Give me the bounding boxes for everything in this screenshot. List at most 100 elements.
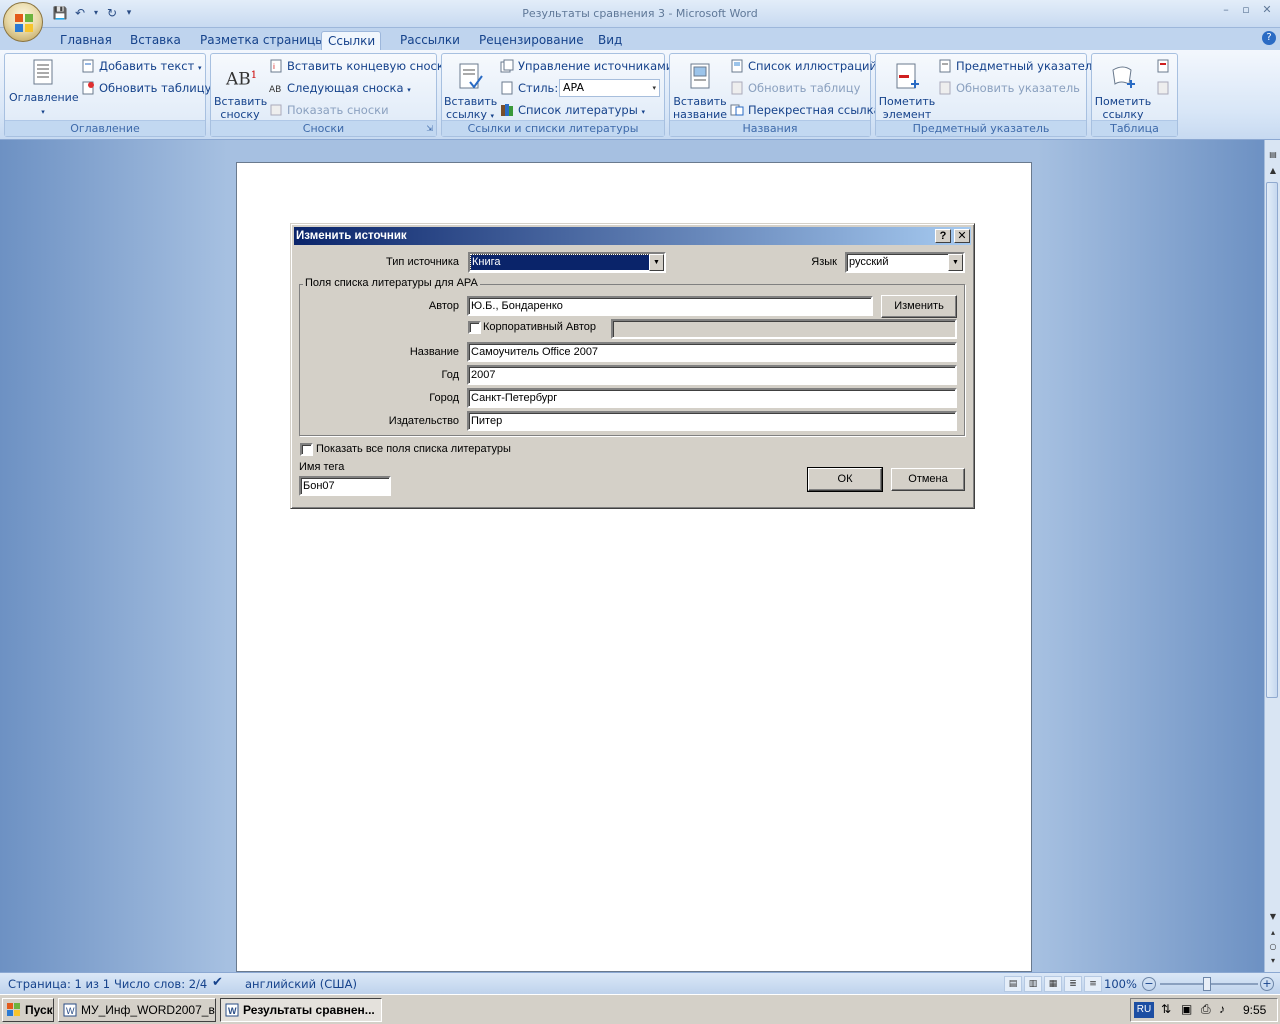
zoom-slider-thumb[interactable] xyxy=(1203,977,1211,991)
tab-page-layout[interactable]: Разметка страницы xyxy=(194,31,331,50)
toc-button[interactable]: Оглавление ▾ xyxy=(9,58,79,119)
undo-icon[interactable]: ↶ xyxy=(72,5,88,21)
outline-view-icon[interactable]: ≣ xyxy=(1064,976,1082,992)
svg-text:AB: AB xyxy=(269,85,281,95)
cancel-button[interactable]: Отмена xyxy=(891,468,965,491)
update-toc-button[interactable]: Обновить таблицу xyxy=(81,79,211,97)
language-select[interactable]: русский ▼ xyxy=(845,252,965,273)
cross-reference-button[interactable]: Перекрестная ссылка xyxy=(730,101,881,119)
insert-toa-button[interactable] xyxy=(1156,57,1170,75)
system-tray: ⇅ ▣ ⎙ ♪ 9:55 xyxy=(1130,998,1278,1022)
corporate-author-field[interactable] xyxy=(611,319,957,339)
browse-object-icon[interactable]: ○ xyxy=(1266,940,1280,954)
help-icon[interactable]: ? xyxy=(1262,31,1276,45)
proofing-icon[interactable]: ✔ xyxy=(212,975,223,990)
chevron-down-icon[interactable]: ▼ xyxy=(649,254,664,271)
save-icon[interactable]: 💾 xyxy=(52,5,68,21)
ruler-toggle-icon[interactable]: ▤ xyxy=(1266,148,1280,162)
full-screen-reading-icon[interactable]: ▥ xyxy=(1024,976,1042,992)
corporate-author-checkbox[interactable] xyxy=(468,321,481,334)
group-toa: Пометитьссылку Таблица ссылок xyxy=(1091,53,1178,150)
mark-citation-icon xyxy=(1112,66,1135,88)
scroll-up-icon[interactable]: ▲ xyxy=(1266,164,1280,178)
manage-sources-button[interactable]: Управление источниками xyxy=(500,57,673,75)
volume-icon[interactable]: ♪ xyxy=(1219,1002,1225,1016)
group-label: Оглавление xyxy=(5,120,205,136)
insert-caption-button[interactable]: Вставить название xyxy=(672,62,728,121)
web-layout-icon[interactable]: ▦ xyxy=(1044,976,1062,992)
tab-review[interactable]: Рецензирование xyxy=(473,31,590,50)
list-of-figures-button[interactable]: Список иллюстраций xyxy=(730,57,877,75)
network-icon[interactable]: ⇅ xyxy=(1161,1002,1171,1016)
svg-text:W: W xyxy=(228,1006,237,1016)
close-window-button[interactable]: ✕ xyxy=(1257,3,1277,19)
update-toa-button[interactable] xyxy=(1156,79,1170,97)
office-button[interactable] xyxy=(3,2,43,42)
start-button[interactable]: Пуск xyxy=(2,998,54,1022)
source-type-label: Тип источника xyxy=(386,256,459,268)
zoom-in-icon[interactable]: + xyxy=(1260,977,1274,991)
maximize-button[interactable]: ▫ xyxy=(1236,3,1256,19)
add-text-button[interactable]: Добавить текст ▾ xyxy=(81,57,201,75)
tab-mailings[interactable]: Рассылки xyxy=(394,31,466,50)
dialog-close-button[interactable]: ✕ xyxy=(954,229,970,243)
dialog-launcher-icon[interactable]: ⇲ xyxy=(426,121,433,136)
taskbar-item-word-doc[interactable]: W МУ_Инф_WORD2007_в... xyxy=(58,998,216,1022)
caption-icon xyxy=(690,63,710,89)
publisher-field[interactable]: Питер xyxy=(467,411,957,431)
show-notes-button[interactable]: Показать сноски xyxy=(269,101,389,119)
insert-index-button[interactable]: Предметный указатель xyxy=(938,57,1099,75)
draft-view-icon[interactable]: ≡ xyxy=(1084,976,1102,992)
bibliography-button[interactable]: Список литературы ▾ xyxy=(500,101,645,119)
style-select[interactable]: APA ▾ xyxy=(559,79,660,97)
dialog-help-button[interactable]: ? xyxy=(935,229,951,243)
author-field[interactable]: Ю.Б., Бондаренко xyxy=(467,296,873,316)
update-index-button[interactable]: Обновить указатель xyxy=(938,79,1080,97)
mark-entry-button[interactable]: Пометить элемент xyxy=(878,62,936,121)
zoom-out-icon[interactable]: − xyxy=(1142,977,1156,991)
monitor-icon[interactable]: ▣ xyxy=(1181,1002,1192,1016)
scrollbar-thumb[interactable] xyxy=(1266,182,1278,698)
insert-citation-button[interactable]: Вставить ссылку ▾ xyxy=(444,62,497,123)
prev-page-icon[interactable]: ▴ xyxy=(1266,926,1280,940)
title-field[interactable]: Самоучитель Office 2007 xyxy=(467,342,957,362)
footnote-icon: AB1 xyxy=(226,69,258,90)
update-figures-table-button[interactable]: Обновить таблицу xyxy=(730,79,860,97)
year-field[interactable]: 2007 xyxy=(467,365,957,385)
insert-footnote-button[interactable]: AB1 Вставить сноску xyxy=(214,62,267,121)
language-status[interactable]: английский (США) xyxy=(245,977,357,991)
title-label: Название xyxy=(409,346,459,358)
ok-button[interactable]: ОК xyxy=(807,467,883,492)
tab-insert[interactable]: Вставка xyxy=(124,31,187,50)
chevron-down-icon[interactable]: ▾ xyxy=(92,5,100,21)
word-icon: W xyxy=(225,1003,239,1017)
group-footnotes: AB1 Вставить сноску i Вставить концевую сн… xyxy=(210,53,451,137)
dialog-title: Изменить источник xyxy=(296,230,407,242)
word-count[interactable]: Число слов: 2/4 xyxy=(114,977,207,991)
clock[interactable]: 9:55 xyxy=(1243,1003,1266,1017)
tab-references[interactable]: Ссылки xyxy=(321,31,381,50)
print-layout-view-icon[interactable]: ▤ xyxy=(1004,976,1022,992)
city-field[interactable]: Санкт-Петербург xyxy=(467,388,957,408)
page-count[interactable]: Страница: 1 из 1 xyxy=(8,977,110,991)
show-all-fields-checkbox[interactable] xyxy=(300,443,313,456)
scroll-down-icon[interactable]: ▼ xyxy=(1266,910,1280,924)
tab-view[interactable]: Вид xyxy=(592,31,628,50)
tab-home[interactable]: Главная xyxy=(54,31,118,50)
taskbar-item-comparison[interactable]: W Результаты сравнен... xyxy=(220,998,382,1022)
redo-icon[interactable]: ↻ xyxy=(104,5,120,21)
author-label: Автор xyxy=(428,300,459,312)
manage-sources-icon xyxy=(500,59,514,73)
chevron-down-icon[interactable]: ▼ xyxy=(948,254,963,271)
customize-qat-icon[interactable]: ▾ xyxy=(124,5,134,21)
zoom-level[interactable]: 100% xyxy=(1104,977,1137,991)
mark-citation-button[interactable]: Пометить ссылку xyxy=(1094,62,1152,121)
edit-author-button[interactable]: Изменить xyxy=(881,295,957,318)
minimize-button[interactable]: – xyxy=(1216,3,1236,19)
source-type-select[interactable]: Книга ▼ xyxy=(468,252,666,273)
next-page-icon[interactable]: ▾ xyxy=(1266,954,1280,968)
printer-icon[interactable]: ⎙ xyxy=(1201,1002,1211,1017)
next-footnote-button[interactable]: AB Следующая сноска ▾ xyxy=(269,79,411,97)
insert-endnote-button[interactable]: i Вставить концевую сноску xyxy=(269,57,451,75)
tag-name-field[interactable]: Бон07 xyxy=(299,476,391,496)
